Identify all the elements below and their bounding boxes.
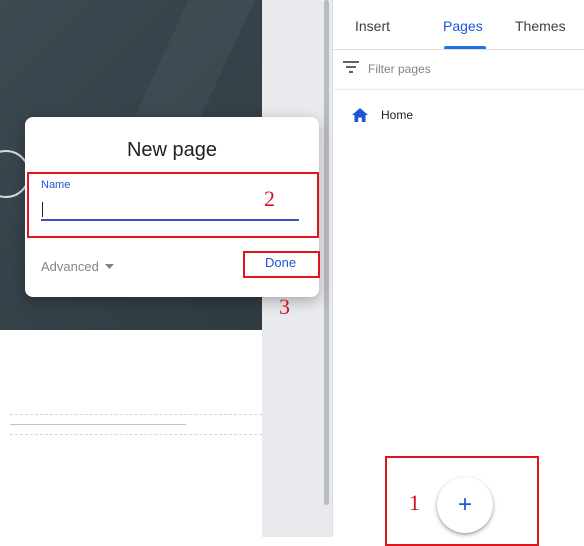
- filter-divider: [332, 89, 584, 90]
- advanced-toggle[interactable]: Advanced: [41, 259, 114, 274]
- annotation-marker-3: 3: [279, 294, 290, 319]
- annotation-box-done: [243, 251, 320, 278]
- annotation-marker-1: 1: [409, 490, 420, 515]
- divider-dashed: [10, 434, 262, 435]
- filter-pages-input[interactable]: [368, 60, 568, 78]
- page-item-home[interactable]: Home: [352, 104, 532, 126]
- divider-dashed: [10, 414, 262, 415]
- tab-pages[interactable]: Pages: [443, 18, 483, 34]
- scrollbar-thumb[interactable]: [324, 0, 329, 505]
- chevron-down-icon: [104, 264, 114, 269]
- annotation-box-name-field: [27, 172, 319, 238]
- filter-icon[interactable]: [343, 61, 359, 73]
- advanced-label: Advanced: [41, 259, 99, 274]
- home-icon: [352, 108, 368, 122]
- annotation-marker-2: 2: [264, 186, 275, 211]
- tabs-divider: [332, 49, 584, 50]
- divider-solid: [10, 424, 186, 425]
- tab-insert[interactable]: Insert: [355, 18, 390, 34]
- tab-themes[interactable]: Themes: [515, 18, 566, 34]
- dialog-title: New page: [126, 139, 218, 161]
- page-item-label: Home: [381, 108, 414, 122]
